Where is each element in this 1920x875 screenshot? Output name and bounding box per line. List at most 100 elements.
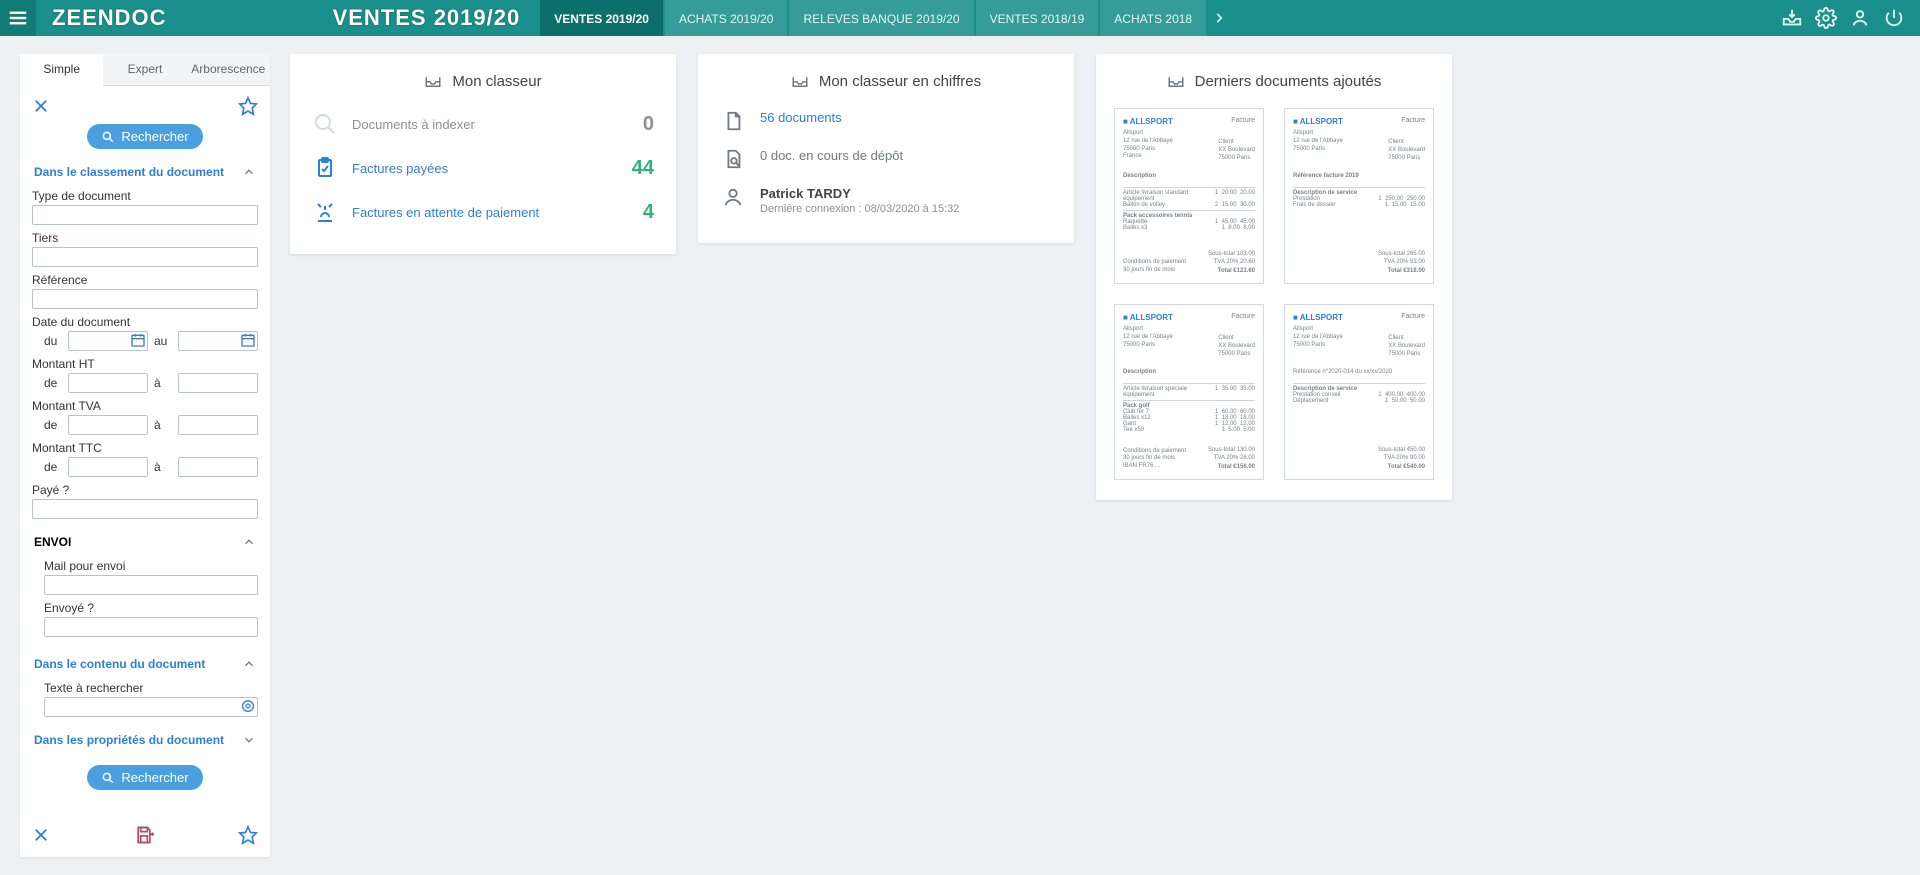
tab-ventes-2019-20[interactable]: VENTES 2019/20 xyxy=(540,0,663,36)
recent-thumbnails: ■ ALLSPORTFacture Allsport12 rue de l'Ab… xyxy=(1114,108,1434,480)
chevron-up-icon xyxy=(242,657,256,671)
clear-search-button-bottom[interactable] xyxy=(32,826,50,844)
close-icon xyxy=(32,826,50,844)
input-envoye[interactable] xyxy=(44,617,258,637)
calendar-icon xyxy=(240,332,256,348)
document-icon xyxy=(722,110,744,132)
search-button-label: Rechercher xyxy=(121,129,188,144)
magnifier-icon xyxy=(313,112,337,136)
panel-recent: Derniers documents ajoutés ■ ALLSPORTFac… xyxy=(1096,54,1452,500)
user-icon xyxy=(1849,7,1871,29)
metric-label: Factures en attente de paiement xyxy=(352,205,606,220)
inbox-download-icon xyxy=(1781,7,1803,29)
chevron-up-icon xyxy=(242,535,256,549)
favorite-button-bottom[interactable] xyxy=(238,825,258,845)
clear-search-button-top[interactable] xyxy=(32,97,50,115)
search-button-bottom[interactable]: Rechercher xyxy=(87,765,202,790)
info-depot-label: 0 doc. en cours de dépôt xyxy=(760,148,903,163)
main-content: Mon classeur Documents à indexer 0 Factu… xyxy=(290,54,1900,500)
layout: Simple Expert Arborescence Rechercher xyxy=(0,36,1920,875)
input-ttc-from[interactable] xyxy=(68,457,148,477)
info-doc-count[interactable]: 56 documents xyxy=(716,102,1056,140)
logout-button[interactable] xyxy=(1882,6,1906,30)
power-icon xyxy=(1883,7,1905,29)
section-classement[interactable]: Dans le classement du document xyxy=(32,159,258,183)
input-tva-from[interactable] xyxy=(68,415,148,435)
target-icon xyxy=(240,698,256,714)
star-icon xyxy=(238,96,258,116)
label-a-ht: à xyxy=(154,376,172,390)
document-thumbnail[interactable]: ■ ALLSPORTFacture Allsport12 rue de l'Ab… xyxy=(1114,304,1264,480)
search-sidebar: Simple Expert Arborescence Rechercher xyxy=(20,54,270,857)
document-thumbnail[interactable]: ■ ALLSPORTFacture Allsport12 rue de l'Ab… xyxy=(1114,108,1264,284)
calendar-to-button[interactable] xyxy=(240,332,256,348)
save-search-button[interactable] xyxy=(134,825,154,845)
user-last-login: Dernière connexion : 08/03/2020 à 15:32 xyxy=(760,203,959,215)
section-envoi[interactable]: ENVOI xyxy=(32,529,258,553)
save-icon xyxy=(134,825,154,845)
profile-button[interactable] xyxy=(1848,6,1872,30)
sidebar-body: Rechercher Dans le classement du documen… xyxy=(20,86,270,814)
panel-mon-classeur: Mon classeur Documents à indexer 0 Factu… xyxy=(290,54,676,254)
input-ht-from[interactable] xyxy=(68,373,148,393)
menu-button[interactable] xyxy=(0,0,36,36)
panel-chiffres-title: Mon classeur en chiffres xyxy=(819,73,981,90)
section-proprietes[interactable]: Dans les propriétés du document xyxy=(32,727,258,751)
metric-factures-payees[interactable]: Factures payées 44 xyxy=(308,146,658,190)
settings-button[interactable] xyxy=(1814,6,1838,30)
gear-icon xyxy=(1815,7,1837,29)
sidebar-tab-simple[interactable]: Simple xyxy=(20,54,103,86)
input-tiers[interactable] xyxy=(32,247,258,267)
panel-recent-title: Derniers documents ajoutés xyxy=(1195,73,1382,90)
input-reference[interactable] xyxy=(32,289,258,309)
label-de-tva: de xyxy=(44,418,62,432)
close-icon xyxy=(32,97,50,115)
label-envoye: Envoyé ? xyxy=(44,601,258,615)
label-de-ttc: de xyxy=(44,460,62,474)
label-mail-envoi: Mail pour envoi xyxy=(44,559,258,573)
section-classement-label: Dans le classement du document xyxy=(34,165,224,179)
input-tva-to[interactable] xyxy=(178,415,258,435)
sidebar-tab-expert[interactable]: Expert xyxy=(103,54,186,85)
tab-achats-2018[interactable]: ACHATS 2018 xyxy=(1100,0,1206,36)
chevron-down-icon xyxy=(242,733,256,747)
inbox-icon xyxy=(791,72,809,90)
page-title: VENTES 2019/20 xyxy=(333,5,521,31)
inbox-button[interactable] xyxy=(1780,6,1804,30)
calendar-from-button[interactable] xyxy=(130,332,146,348)
search-button-label: Rechercher xyxy=(121,770,188,785)
input-ttc-to[interactable] xyxy=(178,457,258,477)
topbar-actions xyxy=(1766,0,1920,36)
metric-factures-attente[interactable]: Factures en attente de paiement 4 xyxy=(308,190,658,234)
label-montant-ttc: Montant TTC xyxy=(32,441,258,455)
label-texte-recherche: Texte à rechercher xyxy=(44,681,258,695)
panel-mon-classeur-title: Mon classeur xyxy=(452,73,541,90)
inbox-icon xyxy=(424,72,442,90)
hamburger-icon xyxy=(7,7,29,29)
label-au: au xyxy=(154,334,172,348)
document-thumbnail[interactable]: ■ ALLSPORTFacture Allsport12 rue de l'Ab… xyxy=(1284,108,1434,284)
tab-achats-2019-20[interactable]: ACHATS 2019/20 xyxy=(665,0,788,36)
tab-releves-banque-2019-20[interactable]: RELEVES BANQUE 2019/20 xyxy=(789,0,973,36)
input-type-document[interactable] xyxy=(32,205,258,225)
search-button-top[interactable]: Rechercher xyxy=(87,124,202,149)
user-name: Patrick TARDY xyxy=(760,186,959,201)
favorite-button-top[interactable] xyxy=(238,96,258,116)
input-ht-to[interactable] xyxy=(178,373,258,393)
label-de-ht: de xyxy=(44,376,62,390)
input-paye[interactable] xyxy=(32,499,258,519)
document-search-icon xyxy=(722,148,744,170)
panel-chiffres: Mon classeur en chiffres 56 documents 0 … xyxy=(698,54,1074,243)
input-mail-envoi[interactable] xyxy=(44,575,258,595)
section-contenu[interactable]: Dans le contenu du document xyxy=(32,651,258,675)
metric-documents-a-indexer[interactable]: Documents à indexer 0 xyxy=(308,102,658,146)
tab-ventes-2018-19[interactable]: VENTES 2018/19 xyxy=(976,0,1099,36)
input-texte-recherche[interactable] xyxy=(44,697,258,717)
chevron-right-icon xyxy=(1212,11,1226,25)
fulltext-target-button[interactable] xyxy=(240,698,256,714)
sidebar-tabs: Simple Expert Arborescence xyxy=(20,54,270,86)
document-thumbnail[interactable]: ■ ALLSPORTFacture Allsport12 rue de l'Ab… xyxy=(1284,304,1434,480)
star-icon xyxy=(238,825,258,845)
tabs-scroll-right[interactable] xyxy=(1208,0,1230,36)
sidebar-tab-arborescence[interactable]: Arborescence xyxy=(187,54,270,85)
